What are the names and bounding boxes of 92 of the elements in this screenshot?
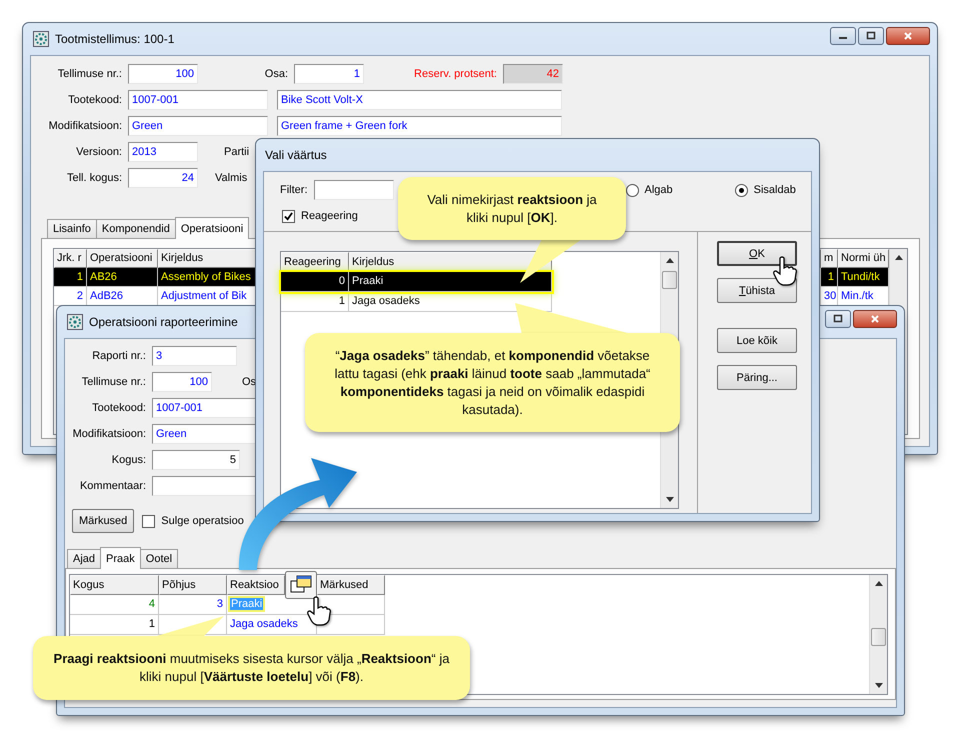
table-cell: 4 <box>70 595 159 615</box>
app-icon <box>33 31 49 47</box>
text-field[interactable]: 2013 <box>128 142 198 162</box>
field-label: Raporti nr.: <box>91 350 146 362</box>
table-cell: AB26 <box>87 268 158 287</box>
arrow-up-icon <box>894 255 902 260</box>
checkbox-label: Sulge operatsioo <box>161 515 244 527</box>
tab[interactable]: Operatsiooni <box>174 217 250 239</box>
field-label: Modifikatsioon: <box>72 428 146 440</box>
tab[interactable]: Ajad <box>67 549 102 568</box>
dialog-button[interactable]: Loe kõik <box>717 328 797 353</box>
field-label: Tellimuse nr.: <box>80 376 146 388</box>
close-button[interactable] <box>853 310 897 328</box>
field-label: Filter: <box>280 184 308 196</box>
field-label: Tootekood: <box>91 402 146 414</box>
text-field[interactable]: 3 <box>152 346 237 366</box>
field-label: Reserv. protsent: <box>413 68 497 80</box>
column-header[interactable]: Operatsiooni <box>87 249 158 268</box>
scroll-thumb[interactable] <box>662 271 677 289</box>
text-field[interactable]: 1 <box>294 64 364 84</box>
field-label: Versioon: <box>75 146 122 158</box>
table-cell: 1 <box>281 292 349 311</box>
column-header[interactable]: Põhjus <box>159 575 227 595</box>
text-field[interactable]: Green frame + Green fork <box>277 116 562 136</box>
column-header[interactable]: Jrk. r <box>54 249 87 268</box>
arrow-down-icon <box>666 497 674 502</box>
window-title: Vali väärtus <box>265 148 327 162</box>
maximize-button[interactable] <box>858 27 884 45</box>
column-header[interactable]: Reageering <box>281 252 349 272</box>
close-button[interactable] <box>886 27 930 45</box>
field-label: Osa: <box>264 68 288 80</box>
window-title: Tootmistellimus: 100-1 <box>55 32 174 46</box>
column-header[interactable]: Normi üh <box>838 249 889 268</box>
field-label: Valmis <box>215 172 248 184</box>
column-header[interactable]: Kogus <box>70 575 159 595</box>
radio-button[interactable] <box>734 184 748 196</box>
notes-button[interactable]: Märkused <box>72 509 134 533</box>
field-label: Partii <box>224 146 250 158</box>
table-cell: 1 <box>821 268 838 287</box>
table-cell: 1 <box>70 615 159 635</box>
scroll-thumb[interactable] <box>871 628 886 646</box>
checkbox-label: Reageering <box>301 210 358 222</box>
table-cell: 3 <box>159 595 227 615</box>
close-icon <box>870 314 880 324</box>
text-field[interactable]: 1007-001 <box>128 90 268 110</box>
checkbox[interactable] <box>142 514 156 528</box>
dialog-button[interactable]: Päring... <box>717 365 797 390</box>
text-field[interactable]: 24 <box>128 168 198 188</box>
hand-cursor-icon <box>307 596 331 626</box>
maximize-icon <box>833 314 843 324</box>
column-header[interactable]: m <box>821 249 838 268</box>
text-field[interactable]: 5 <box>152 450 240 470</box>
app-icon <box>67 314 83 330</box>
hand-cursor-icon <box>773 256 797 286</box>
column-header[interactable]: Reaktsioo <box>227 575 285 595</box>
field-label: Modifikatsioon: <box>48 120 122 132</box>
text-field[interactable]: Bike Scott Volt-X <box>277 90 562 110</box>
close-icon <box>903 31 913 41</box>
arrow-up-icon <box>666 258 674 263</box>
window-title: Operatsiooni raporteerimine <box>89 315 238 329</box>
arrow-down-icon <box>874 683 882 688</box>
tab[interactable]: Lisainfo <box>47 219 97 238</box>
tab[interactable]: Komponendid <box>96 219 176 238</box>
tab[interactable]: Praak <box>100 547 141 569</box>
tab[interactable]: Ootel <box>140 549 178 568</box>
table-cell: 0 <box>281 272 349 291</box>
table-cell: Tundi/tk <box>838 268 889 287</box>
checkbox[interactable] <box>282 210 295 222</box>
field-label: Tell. kogus: <box>66 172 122 184</box>
minimize-button[interactable] <box>830 27 856 45</box>
field-label: Kogus: <box>110 454 146 466</box>
filter-field[interactable] <box>314 180 394 200</box>
text-field[interactable]: 100 <box>128 64 198 84</box>
radio-label: Algab <box>644 184 673 196</box>
table-cell[interactable]: Jaga osadeks <box>230 618 298 630</box>
value-list-icon[interactable] <box>285 571 317 599</box>
field-label: Tellimuse nr.: <box>56 68 122 80</box>
column-header[interactable]: Märkused <box>317 575 385 595</box>
list-row[interactable]: 0 Praaki <box>281 272 552 292</box>
radio-label: Sisaldab <box>754 184 796 196</box>
field-label: Kommentaar: <box>78 480 146 492</box>
radio-button[interactable] <box>626 184 638 196</box>
maximize-button[interactable] <box>825 310 851 328</box>
maximize-icon <box>866 31 876 41</box>
text-field[interactable]: Green <box>128 116 268 136</box>
field-label: Tootekood: <box>67 94 122 106</box>
text-field[interactable]: 100 <box>152 372 212 392</box>
field-label: Os <box>242 376 256 388</box>
dialog-button[interactable]: Tühista <box>717 278 797 303</box>
table-cell: 1 <box>54 268 87 287</box>
arrow-up-icon <box>874 581 882 586</box>
dialog-button[interactable]: OK <box>717 241 797 266</box>
